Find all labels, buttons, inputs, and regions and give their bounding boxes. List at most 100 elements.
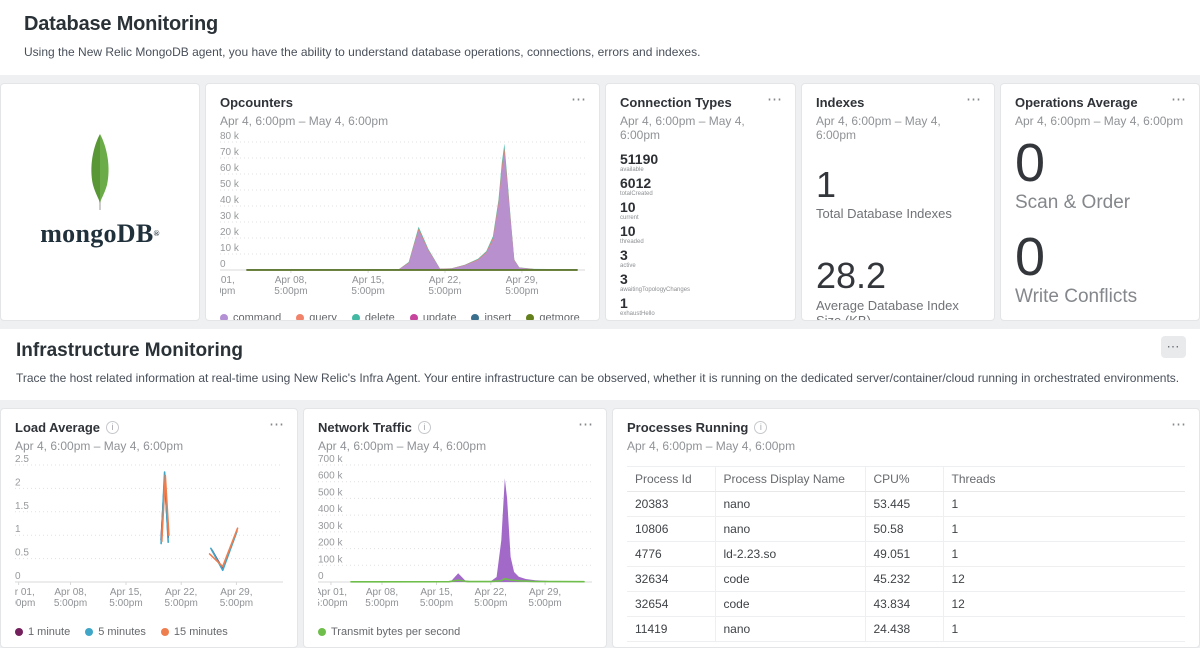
load-average-chart[interactable]: 2.521.510.50Apr 01,5:00pmApr 08,5:00pmAp… bbox=[15, 455, 283, 621]
metric-value: 1 bbox=[816, 166, 980, 204]
svg-text:30 k: 30 k bbox=[220, 211, 240, 222]
table-row: 20383nano53.4451 bbox=[627, 491, 1185, 516]
load-average-card: Load Average i ⋯ Apr 4, 6:00pm – May 4, … bbox=[0, 408, 298, 648]
table-cell: code bbox=[715, 566, 865, 591]
svg-text:2.5: 2.5 bbox=[15, 455, 29, 465]
table-cell: nano bbox=[715, 491, 865, 516]
table-cell: 11419 bbox=[627, 616, 715, 641]
section-menu-button[interactable]: ⋯ bbox=[1161, 336, 1186, 358]
legend-item-insert[interactable]: insert bbox=[471, 312, 511, 321]
svg-text:Apr 01,: Apr 01, bbox=[220, 275, 235, 286]
card-menu-icon[interactable]: ⋯ bbox=[966, 92, 982, 107]
legend-item-delete[interactable]: delete bbox=[352, 312, 395, 321]
card-menu-icon[interactable]: ⋯ bbox=[1171, 417, 1187, 432]
svg-text:300 k: 300 k bbox=[318, 520, 343, 531]
svg-text:5:00pm: 5:00pm bbox=[165, 598, 198, 609]
metric-value: 0 bbox=[1015, 230, 1185, 285]
svg-text:200 k: 200 k bbox=[318, 537, 343, 548]
info-icon[interactable]: i bbox=[106, 421, 119, 434]
card-title-text: Load Average bbox=[15, 420, 100, 436]
time-range: Apr 4, 6:00pm – May 4, 6:00pm bbox=[1015, 114, 1185, 128]
legend-item-query[interactable]: query bbox=[296, 312, 337, 321]
legend-item-15-minutes[interactable]: 15 minutes bbox=[161, 626, 228, 638]
legend-item-getmore[interactable]: getmore bbox=[526, 312, 579, 321]
svg-text:5:00pm: 5:00pm bbox=[220, 598, 253, 609]
time-range: Apr 4, 6:00pm – May 4, 6:00pm bbox=[620, 114, 781, 142]
card-menu-icon[interactable]: ⋯ bbox=[269, 417, 285, 432]
svg-text:10 k: 10 k bbox=[220, 243, 240, 254]
card-title: Load Average i bbox=[15, 420, 283, 436]
svg-text:Apr 22,: Apr 22, bbox=[429, 275, 461, 286]
card-menu-icon[interactable]: ⋯ bbox=[578, 417, 594, 432]
time-range: Apr 4, 6:00pm – May 4, 6:00pm bbox=[220, 114, 585, 128]
metric-label: exhaustHello bbox=[620, 311, 781, 318]
metric: 10threaded bbox=[620, 223, 781, 246]
card-title-text: Network Traffic bbox=[318, 420, 412, 436]
table-cell: 45.232 bbox=[865, 566, 943, 591]
load-average-legend: 1 minute 5 minutes 15 minutes bbox=[15, 626, 283, 638]
mongodb-leaf-icon bbox=[87, 133, 113, 211]
section-title: Infrastructure Monitoring bbox=[16, 340, 1184, 362]
card-title: Indexes bbox=[816, 95, 980, 111]
svg-text:Apr 22,: Apr 22, bbox=[475, 587, 507, 598]
legend-label: getmore bbox=[539, 312, 579, 321]
svg-text:1: 1 bbox=[15, 524, 21, 535]
column-header[interactable]: Process Id bbox=[627, 466, 715, 491]
network-traffic-chart[interactable]: 700 k600 k500 k400 k300 k200 k100 k0Apr … bbox=[318, 455, 592, 621]
svg-text:60 k: 60 k bbox=[220, 163, 240, 174]
info-icon[interactable]: i bbox=[418, 421, 431, 434]
metric-value: 3 bbox=[620, 247, 781, 263]
svg-text:5:00pm: 5:00pm bbox=[420, 598, 453, 609]
svg-text:1.5: 1.5 bbox=[15, 500, 29, 511]
svg-text:20 k: 20 k bbox=[220, 227, 240, 238]
metric: 1exhaustIsMaster bbox=[620, 319, 781, 321]
column-header[interactable]: Threads bbox=[943, 466, 1185, 491]
card-menu-icon[interactable]: ⋯ bbox=[767, 92, 783, 107]
card-menu-icon[interactable]: ⋯ bbox=[571, 92, 587, 107]
time-range: Apr 4, 6:00pm – May 4, 6:00pm bbox=[15, 439, 283, 453]
connection-types-list: 51190available6012totalCreated10current1… bbox=[620, 151, 781, 321]
legend-item-1-minute[interactable]: 1 minute bbox=[15, 626, 70, 638]
table-row: 32654code43.83412 bbox=[627, 591, 1185, 616]
svg-text:5:00pm: 5:00pm bbox=[351, 286, 384, 297]
table-cell: 4776 bbox=[627, 541, 715, 566]
legend-dot-icon bbox=[471, 314, 479, 321]
svg-text:Apr 15,: Apr 15, bbox=[110, 587, 142, 598]
metric-label: current bbox=[620, 215, 781, 222]
legend-item-transmit-bytes-per-second[interactable]: Transmit bytes per second bbox=[318, 626, 460, 638]
table-cell: 49.051 bbox=[865, 541, 943, 566]
legend-label: 5 minutes bbox=[98, 626, 146, 638]
table-cell: ld-2.23.so bbox=[715, 541, 865, 566]
legend-item-5-minutes[interactable]: 5 minutes bbox=[85, 626, 146, 638]
opcounters-chart[interactable]: 80 k70 k60 k50 k40 k30 k20 k10 k0Apr 01,… bbox=[220, 130, 585, 307]
svg-text:Apr 01,: Apr 01, bbox=[318, 587, 347, 598]
svg-text:80 k: 80 k bbox=[220, 131, 240, 142]
mongodb-wordmark: mongoDB® bbox=[40, 219, 160, 249]
legend-label: command bbox=[233, 312, 281, 321]
svg-text:5:00pm: 5:00pm bbox=[365, 598, 398, 609]
db-section-header: Database Monitoring Using the New Relic … bbox=[0, 0, 1200, 75]
info-icon[interactable]: i bbox=[754, 421, 767, 434]
legend-label: 1 minute bbox=[28, 626, 70, 638]
db-cards-row: mongoDB® Opcounters ⋯ Apr 4, 6:00pm – Ma… bbox=[0, 83, 1200, 321]
metric-value: 0 bbox=[1015, 136, 1185, 191]
metric-value: 10 bbox=[620, 223, 781, 239]
svg-text:Apr 29,: Apr 29, bbox=[506, 275, 538, 286]
column-header[interactable]: CPU% bbox=[865, 466, 943, 491]
legend-item-update[interactable]: update bbox=[410, 312, 457, 321]
svg-text:70 k: 70 k bbox=[220, 147, 240, 158]
table-cell: 12 bbox=[943, 566, 1185, 591]
processes-table: Process IdProcess Display NameCPU%Thread… bbox=[627, 466, 1185, 642]
table-cell: nano bbox=[715, 516, 865, 541]
card-menu-icon[interactable]: ⋯ bbox=[1171, 92, 1187, 107]
svg-text:5:00pm: 5:00pm bbox=[220, 286, 235, 297]
legend-item-command[interactable]: command bbox=[220, 312, 281, 321]
svg-text:0: 0 bbox=[318, 571, 324, 582]
column-header[interactable]: Process Display Name bbox=[715, 466, 865, 491]
svg-text:100 k: 100 k bbox=[318, 554, 343, 565]
table-cell: 24.438 bbox=[865, 616, 943, 641]
svg-text:Apr 08,: Apr 08, bbox=[366, 587, 398, 598]
svg-text:Apr 15,: Apr 15, bbox=[352, 275, 384, 286]
time-range: Apr 4, 6:00pm – May 4, 6:00pm bbox=[816, 114, 980, 142]
legend-dot-icon bbox=[296, 314, 304, 321]
